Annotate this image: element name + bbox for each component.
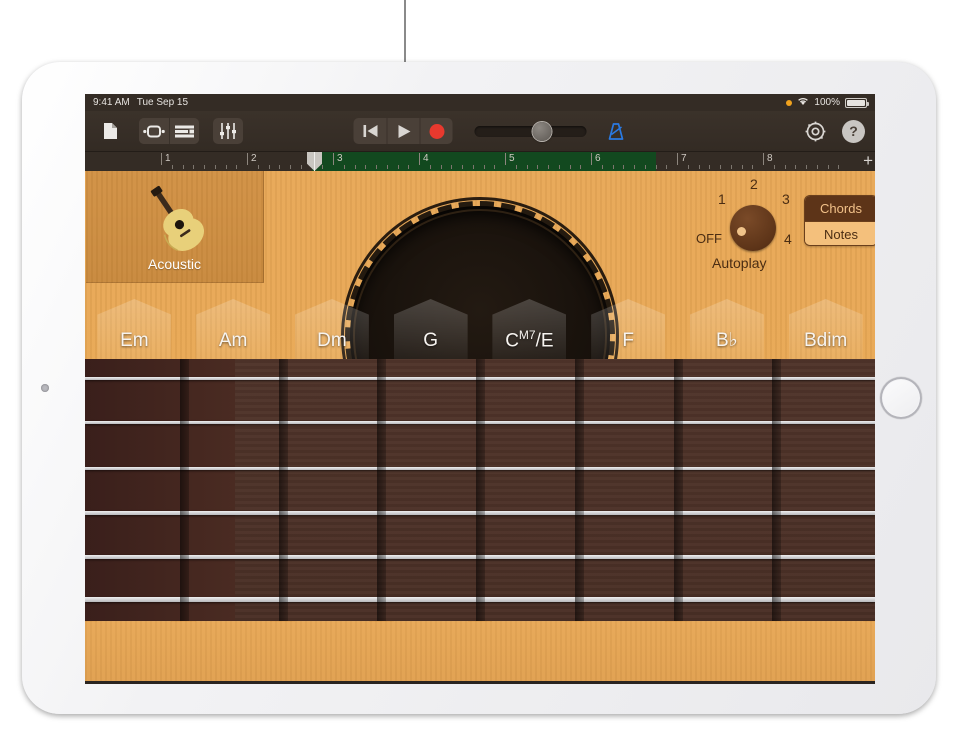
autoplay-knob-control[interactable]: OFF 1 2 3 4 Autoplay <box>698 177 810 273</box>
home-button[interactable] <box>880 377 922 419</box>
gear-icon[interactable] <box>800 118 830 144</box>
chord-strip-head[interactable]: G <box>394 299 468 359</box>
status-date: Tue Sep 15 <box>137 97 188 108</box>
status-time: 9:41 AM <box>93 97 130 108</box>
battery-percent-label: 100% <box>814 97 840 108</box>
loop-cycle-icon[interactable] <box>139 118 169 144</box>
mode-option-notes[interactable]: Notes <box>805 221 875 246</box>
chord-strip-head[interactable]: Am <box>196 299 270 359</box>
playhead-stem <box>314 152 315 171</box>
chord-strip-head[interactable]: F <box>591 299 665 359</box>
lower-body-wood <box>85 622 875 684</box>
chord-label: Em <box>120 330 149 352</box>
help-button[interactable]: ? <box>842 120 865 143</box>
autoplay-knob-indicator <box>737 227 746 236</box>
transport-button-group <box>354 118 453 144</box>
faders-mixer-icon[interactable] <box>213 118 243 144</box>
instrument-name-label: Acoustic <box>148 256 201 272</box>
chord-strip-head[interactable]: B♭ <box>690 299 764 359</box>
autoplay-label: Autoplay <box>712 255 766 271</box>
transport-controls <box>354 118 629 144</box>
autoplay-position-3[interactable]: 3 <box>782 191 790 207</box>
chord-strip-head[interactable]: Em <box>97 299 171 359</box>
status-bar-left: 9:41 AM Tue Sep 15 <box>93 97 188 108</box>
play-icon[interactable] <box>387 118 420 144</box>
front-camera-icon <box>41 384 49 392</box>
status-bar-right: 100% <box>786 96 867 109</box>
screen-bottom-edge <box>85 681 875 684</box>
chord-strip-body[interactable] <box>97 359 171 638</box>
mode-option-chords[interactable]: Chords <box>805 196 875 221</box>
tracks-list-icon[interactable] <box>169 118 199 144</box>
chord-strip-body[interactable] <box>394 359 468 638</box>
chord-label: CM7/E <box>505 328 553 352</box>
ruler-ticks <box>85 164 875 169</box>
acoustic-guitar-icon <box>127 182 223 254</box>
chord-label: Am <box>219 330 248 352</box>
orange-dot-icon <box>786 100 792 106</box>
chord-label: G <box>423 330 438 352</box>
battery-full-icon <box>845 98 867 108</box>
app-screen: 9:41 AM Tue Sep 15 100% <box>85 94 875 684</box>
autoplay-knob[interactable] <box>730 205 776 251</box>
main-toolbar: ? <box>85 111 875 152</box>
chord-strip-body[interactable] <box>295 359 369 638</box>
chord-strip-body[interactable] <box>789 359 863 638</box>
ipad-device-frame: 9:41 AM Tue Sep 15 100% <box>22 62 936 714</box>
chord-strip-body[interactable] <box>690 359 764 638</box>
rewind-to-start-icon[interactable] <box>354 118 387 144</box>
guitar-instrument-area: Acoustic OFF 1 2 3 4 Autoplay Chor <box>85 171 875 684</box>
add-track-button[interactable]: + <box>863 153 873 169</box>
chord-label: Dm <box>317 330 347 352</box>
chord-strip-body[interactable] <box>591 359 665 638</box>
record-icon[interactable] <box>420 118 453 144</box>
chords-notes-switch: Chords Notes <box>804 195 875 246</box>
chord-strip-head[interactable]: Bdim <box>789 299 863 359</box>
timeline-ruler[interactable]: 12345678 + <box>85 152 875 171</box>
view-toggle-group <box>139 118 199 144</box>
chord-label: F <box>622 330 634 352</box>
chord-strip-body[interactable] <box>492 359 566 638</box>
document-icon[interactable] <box>95 118 125 144</box>
chord-strip-body[interactable] <box>196 359 270 638</box>
autoplay-position-1[interactable]: 1 <box>718 191 726 207</box>
chord-strip-head[interactable]: Dm <box>295 299 369 359</box>
master-volume-slider[interactable] <box>475 126 587 137</box>
instrument-thumbnail-card[interactable]: Acoustic <box>86 171 264 283</box>
chord-label: B♭ <box>716 329 738 352</box>
autoplay-position-off[interactable]: OFF <box>696 231 722 246</box>
metronome-icon[interactable] <box>603 118 629 144</box>
wifi-icon <box>797 96 809 109</box>
master-volume-knob[interactable] <box>533 122 552 141</box>
autoplay-position-2[interactable]: 2 <box>750 176 758 192</box>
chord-strip-head[interactable]: CM7/E <box>492 299 566 359</box>
status-bar: 9:41 AM Tue Sep 15 100% <box>85 94 875 111</box>
chord-label: Bdim <box>804 330 847 352</box>
toolbar-right-group: ? <box>800 118 865 144</box>
autoplay-position-4[interactable]: 4 <box>784 231 792 247</box>
